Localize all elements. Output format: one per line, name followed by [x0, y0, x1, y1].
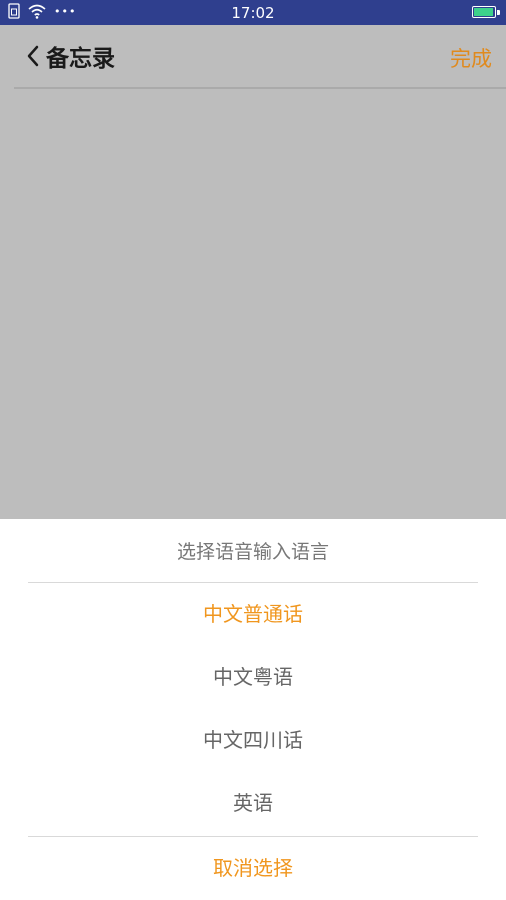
- sheet-divider-top: [28, 582, 478, 583]
- done-button[interactable]: 完成: [450, 43, 492, 73]
- battery-fill: [474, 8, 493, 16]
- option-cantonese[interactable]: 中文粤语: [0, 653, 506, 701]
- language-select-sheet: 选择语音输入语言 中文普通话 中文粤语 中文四川话 英语 取消选择: [0, 519, 506, 900]
- app-background-overlay[interactable]: 备忘录 完成: [0, 25, 506, 519]
- sheet-title: 选择语音输入语言: [176, 541, 329, 563]
- chevron-left-icon: [27, 45, 39, 67]
- battery-charging-icon: [472, 6, 496, 18]
- sheet-divider-bottom: [28, 836, 478, 837]
- screen: ••• 17:02 备忘录 完成 选择语音输入语言 中文普通话 中文粤语 中文四…: [0, 0, 506, 900]
- option-english[interactable]: 英语: [0, 779, 506, 827]
- option-sichuanese[interactable]: 中文四川话: [0, 716, 506, 764]
- status-time: 17:02: [231, 4, 275, 22]
- app-header: 备忘录 完成: [0, 25, 506, 87]
- cancel-button[interactable]: 取消选择: [0, 844, 506, 892]
- header-divider: [14, 87, 506, 89]
- status-bar: ••• 17:02: [0, 0, 506, 25]
- option-mandarin[interactable]: 中文普通话: [0, 590, 506, 638]
- page-title: 备忘录: [46, 46, 115, 72]
- battery-tip: [497, 10, 500, 15]
- back-button[interactable]: 备忘录: [24, 39, 115, 73]
